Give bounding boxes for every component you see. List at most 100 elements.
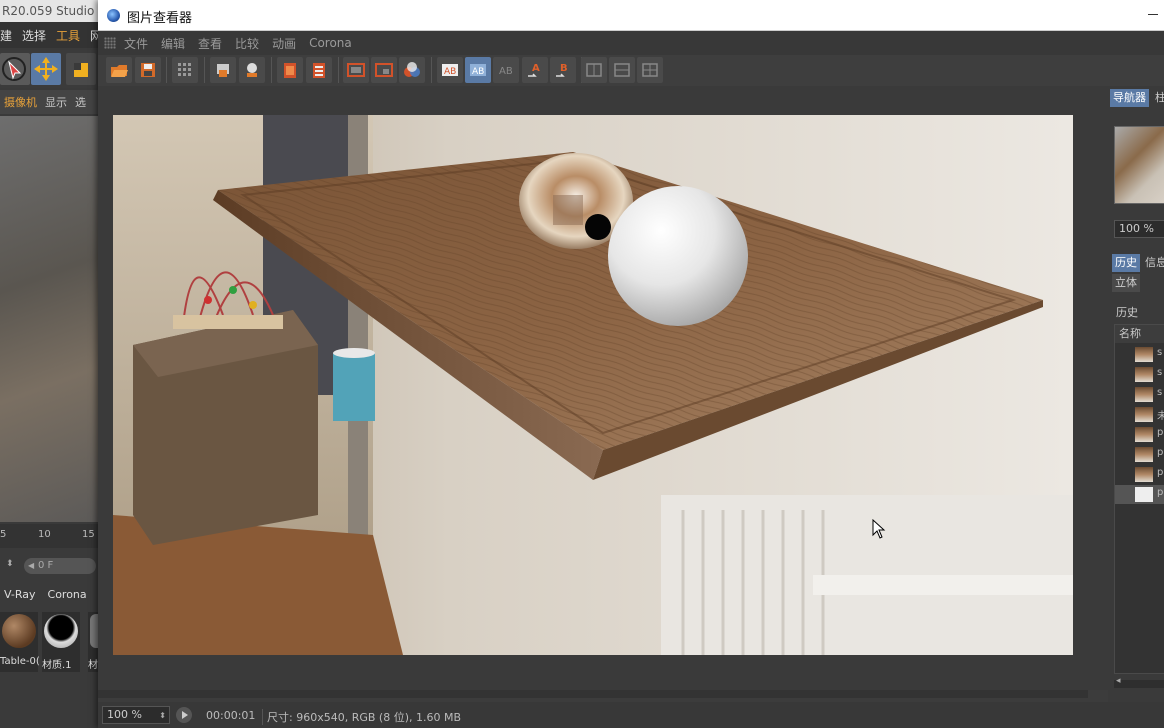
- split-v-icon[interactable]: [609, 57, 635, 83]
- material-label: Table-0(: [0, 656, 40, 667]
- image-info: 尺寸: 960x540, RGB (8 位), 1.60 MB: [262, 709, 461, 725]
- render-region-icon[interactable]: [210, 57, 236, 83]
- material-label: 材质.1: [42, 660, 72, 671]
- history-row-label: p: [1157, 427, 1164, 438]
- tab-histogram[interactable]: 柱: [1152, 89, 1164, 107]
- history-row[interactable]: p: [1115, 445, 1164, 464]
- history-row[interactable]: p: [1115, 425, 1164, 444]
- open-icon[interactable]: [106, 57, 132, 83]
- history-row-label: p: [1157, 487, 1164, 498]
- viewport-tab-display[interactable]: 显示: [45, 94, 67, 110]
- column-header-name[interactable]: 名称: [1115, 325, 1164, 343]
- scale-tool-icon[interactable]: [66, 53, 96, 85]
- zoom-select[interactable]: 100 % ⬍: [102, 706, 170, 724]
- material-tabs: V-Ray Corona: [0, 588, 98, 608]
- menu-view[interactable]: 查看: [198, 35, 222, 52]
- material-tab-vray[interactable]: V-Ray: [4, 588, 36, 608]
- paste-icon[interactable]: [306, 57, 332, 83]
- history-row[interactable]: p: [1115, 465, 1164, 484]
- history-row-label: 未: [1157, 411, 1164, 422]
- viewer-title: 图片查看器: [127, 11, 193, 26]
- toolbar-separator: [166, 57, 167, 83]
- split-h-icon[interactable]: [581, 57, 607, 83]
- split-grid-icon[interactable]: [637, 57, 663, 83]
- history-thumb: [1135, 347, 1153, 362]
- material-thumb[interactable]: 材质.1: [42, 612, 80, 672]
- viewport-tab-camera[interactable]: 摄像机: [4, 94, 37, 110]
- channel-r-icon[interactable]: [343, 57, 369, 83]
- tab-navigator[interactable]: 导航器: [1110, 89, 1149, 107]
- history-thumb: [1135, 407, 1153, 422]
- tab-stereo[interactable]: 立体: [1112, 274, 1140, 292]
- history-list[interactable]: 名称 s s s 未 p p p p: [1114, 324, 1164, 674]
- menu-item-create[interactable]: 建: [0, 27, 12, 44]
- viewport-tab-options[interactable]: 选: [75, 94, 86, 110]
- material-thumb[interactable]: Table-0(: [0, 612, 40, 672]
- copy-icon[interactable]: [277, 57, 303, 83]
- history-row-label: p: [1157, 447, 1164, 458]
- history-thumb: [1135, 467, 1153, 482]
- history-thumb: [1135, 367, 1153, 382]
- history-section-label: 历史: [1116, 306, 1138, 319]
- svg-text:A: A: [532, 63, 540, 74]
- history-horizontal-scrollbar[interactable]: [1114, 676, 1164, 688]
- menu-animation[interactable]: 动画: [272, 35, 296, 52]
- timeline-ruler[interactable]: 5 10 15: [0, 524, 98, 548]
- menu-file[interactable]: 文件: [124, 35, 148, 52]
- frame-stepper-icon[interactable]: ⬍: [6, 559, 14, 569]
- grid-icon[interactable]: [172, 57, 198, 83]
- viewer-menubar: 文件 编辑 查看 比较 动画 Corona: [98, 31, 1164, 55]
- navigator-zoom-field[interactable]: 100 %: [1114, 220, 1164, 238]
- menu-item-select[interactable]: 选择: [22, 27, 46, 44]
- picture-viewer-window: 图片查看器 文件 编辑 查看 比较 动画 Corona AB AB AB A B: [98, 0, 1164, 728]
- ab-swap-icon[interactable]: AB: [465, 57, 491, 83]
- set-a-icon[interactable]: A: [522, 57, 548, 83]
- menu-corona[interactable]: Corona: [309, 36, 352, 50]
- viewer-side-panel: 导航器 柱 100 % 历史 信息 立体 历史 名称 s s s 未 p p p…: [1108, 86, 1164, 702]
- history-row-label: s: [1157, 387, 1163, 398]
- tab-info[interactable]: 信息: [1142, 254, 1164, 272]
- history-thumb: [1135, 427, 1153, 442]
- history-row[interactable]: 未: [1115, 405, 1164, 424]
- material-tab-corona[interactable]: Corona: [48, 588, 87, 608]
- history-thumb: [1135, 387, 1153, 402]
- material-preview: [2, 614, 36, 648]
- current-frame-value: 0 F: [38, 560, 54, 571]
- history-row-selected[interactable]: p: [1115, 485, 1164, 504]
- tab-history[interactable]: 历史: [1112, 254, 1140, 272]
- 3d-viewport[interactable]: [0, 116, 98, 522]
- material-thumb[interactable]: 材: [88, 612, 100, 672]
- ruler-tick: 15: [82, 529, 95, 540]
- set-b-icon[interactable]: B: [550, 57, 576, 83]
- minimize-icon[interactable]: [1148, 14, 1158, 15]
- move-tool-icon[interactable]: [31, 53, 61, 85]
- canvas-horizontal-scrollbar[interactable]: [98, 690, 1088, 698]
- current-frame-field[interactable]: ◀ 0 F: [24, 558, 96, 574]
- history-row[interactable]: s: [1115, 365, 1164, 384]
- render-icon[interactable]: [239, 57, 265, 83]
- menu-item-tools[interactable]: 工具: [56, 27, 80, 44]
- history-row[interactable]: s: [1115, 385, 1164, 404]
- viewport-menu: 摄像机 显示 选: [0, 90, 100, 114]
- app-menubar: 建 选择 工具 网: [0, 22, 100, 48]
- toolbar-separator: [204, 57, 205, 83]
- menu-edit[interactable]: 编辑: [161, 35, 185, 52]
- ruler-tick: 10: [38, 529, 51, 540]
- ab-compare-icon[interactable]: AB: [437, 57, 463, 83]
- save-icon[interactable]: [135, 57, 161, 83]
- rendered-image[interactable]: [113, 115, 1073, 655]
- history-row[interactable]: s: [1115, 345, 1164, 364]
- menu-compare[interactable]: 比较: [235, 35, 259, 52]
- navigator-thumbnail[interactable]: [1114, 126, 1164, 204]
- channel-b-icon[interactable]: [399, 57, 425, 83]
- channel-g-icon[interactable]: [371, 57, 397, 83]
- toolbar-separator: [431, 57, 432, 83]
- ab-off-icon[interactable]: AB: [493, 57, 519, 83]
- menu-grip-icon: [104, 37, 116, 49]
- svg-text:AB: AB: [499, 66, 513, 77]
- frame-bar: ⬍ ◀ 0 F: [0, 556, 98, 578]
- play-icon[interactable]: [176, 707, 192, 723]
- select-tool-icon[interactable]: [0, 53, 30, 85]
- viewer-titlebar[interactable]: 图片查看器: [98, 0, 1164, 31]
- mouse-cursor-icon: [872, 519, 886, 539]
